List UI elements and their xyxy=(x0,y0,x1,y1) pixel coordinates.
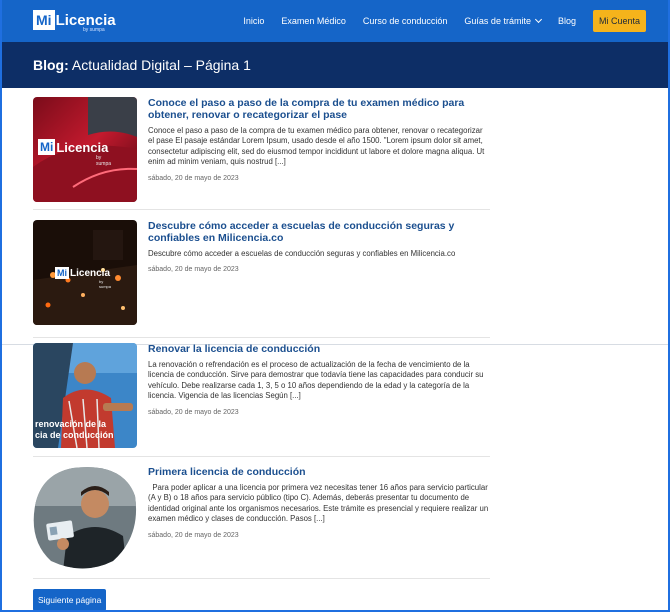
post-excerpt: La renovación o refrendación es el proce… xyxy=(148,360,484,401)
thumb-logo-mi: Mi xyxy=(38,139,56,155)
post-divider xyxy=(33,209,490,210)
logo-tagline: by sumpa xyxy=(83,27,105,33)
thumb-caption-1: renovación de la xyxy=(35,419,107,429)
nav-links: Inicio Examen Médico Curso de conducción… xyxy=(226,0,646,42)
post-date: sábado, 20 de mayo de 2023 xyxy=(148,174,239,182)
thumb-logo: Mi Licencia by sumpa xyxy=(38,139,111,167)
page-title-rest: Actualidad Digital – Página 1 xyxy=(71,57,251,73)
post-date: sábado, 20 de mayo de 2023 xyxy=(148,266,239,274)
post-date: sábado, 20 de mayo de 2023 xyxy=(148,408,239,416)
post-thumbnail[interactable]: renovación de la cia de conducción xyxy=(33,343,137,448)
man-with-license-image xyxy=(33,467,137,569)
my-account-button[interactable]: Mi Cuenta xyxy=(592,10,646,32)
post-title[interactable]: Conoce el paso a paso de la compra de tu… xyxy=(148,97,490,121)
post-divider xyxy=(33,456,490,457)
post-divider xyxy=(33,578,490,579)
post-title[interactable]: Descubre cómo acceder a escuelas de cond… xyxy=(148,220,490,244)
post-body: Descubre cómo acceder a escuelas de cond… xyxy=(148,220,490,273)
site-logo[interactable]: Mi Licencia by sumpa xyxy=(33,8,116,33)
post-body: Conoce el paso a paso de la compra de tu… xyxy=(148,97,490,182)
post-body: Renovar la licencia de conducción La ren… xyxy=(148,343,490,416)
nav-link-blog[interactable]: Blog xyxy=(558,16,576,26)
nav-link-inicio[interactable]: Inicio xyxy=(243,16,264,26)
page-header-band: Blog: Actualidad Digital – Página 1 xyxy=(0,42,670,88)
next-page-button[interactable]: Siguiente página xyxy=(33,589,107,611)
thumb-logo-tagline: by sumpa xyxy=(96,155,112,167)
post-divider xyxy=(33,337,490,338)
logo-mi: Mi xyxy=(33,10,55,30)
post-thumbnail[interactable] xyxy=(33,466,137,571)
thumb-logo-licencia: Licencia xyxy=(70,267,111,279)
post-title[interactable]: Renovar la licencia de conducción xyxy=(148,343,490,355)
nav-link-examen-medico[interactable]: Examen Médico xyxy=(281,16,346,26)
thumb-logo: Mi Licencia by sumpa xyxy=(55,267,111,289)
chevron-down-icon xyxy=(534,15,542,24)
post-date: sábado, 20 de mayo de 2023 xyxy=(148,531,239,539)
post-thumbnail[interactable]: Mi Licencia by sumpa xyxy=(33,220,137,325)
top-navbar: Mi Licencia by sumpa Inicio Examen Médic… xyxy=(0,0,670,42)
post-title[interactable]: Primera licencia de conducción xyxy=(148,466,490,478)
nav-link-curso-conduccion[interactable]: Curso de conducción xyxy=(363,16,448,26)
thumb-logo-tagline: by sumpa xyxy=(99,279,112,289)
thumb-caption-2: cia de conducción xyxy=(35,430,114,440)
thumb-logo-licencia: Licencia xyxy=(56,139,109,155)
page-title-prefix: Blog: xyxy=(33,57,69,73)
post-body: Primera licencia de conducción Para pode… xyxy=(148,466,490,539)
post-excerpt: Para poder aplicar a una licencia por pr… xyxy=(148,483,491,524)
post-thumbnail[interactable]: Mi Licencia by sumpa xyxy=(33,97,137,202)
nav-link-guias-label: Guías de trámite xyxy=(464,16,531,26)
post-excerpt: Descubre cómo acceder a escuelas de cond… xyxy=(148,249,456,258)
nav-link-guias-tramite[interactable]: Guías de trámite xyxy=(464,15,542,26)
page-title: Blog: Actualidad Digital – Página 1 xyxy=(33,57,251,73)
thumb-logo-mi: Mi xyxy=(55,267,69,279)
post-excerpt: Conoce el paso a paso de la compra de tu… xyxy=(148,126,485,167)
logo-licencia: Licencia xyxy=(55,11,116,29)
